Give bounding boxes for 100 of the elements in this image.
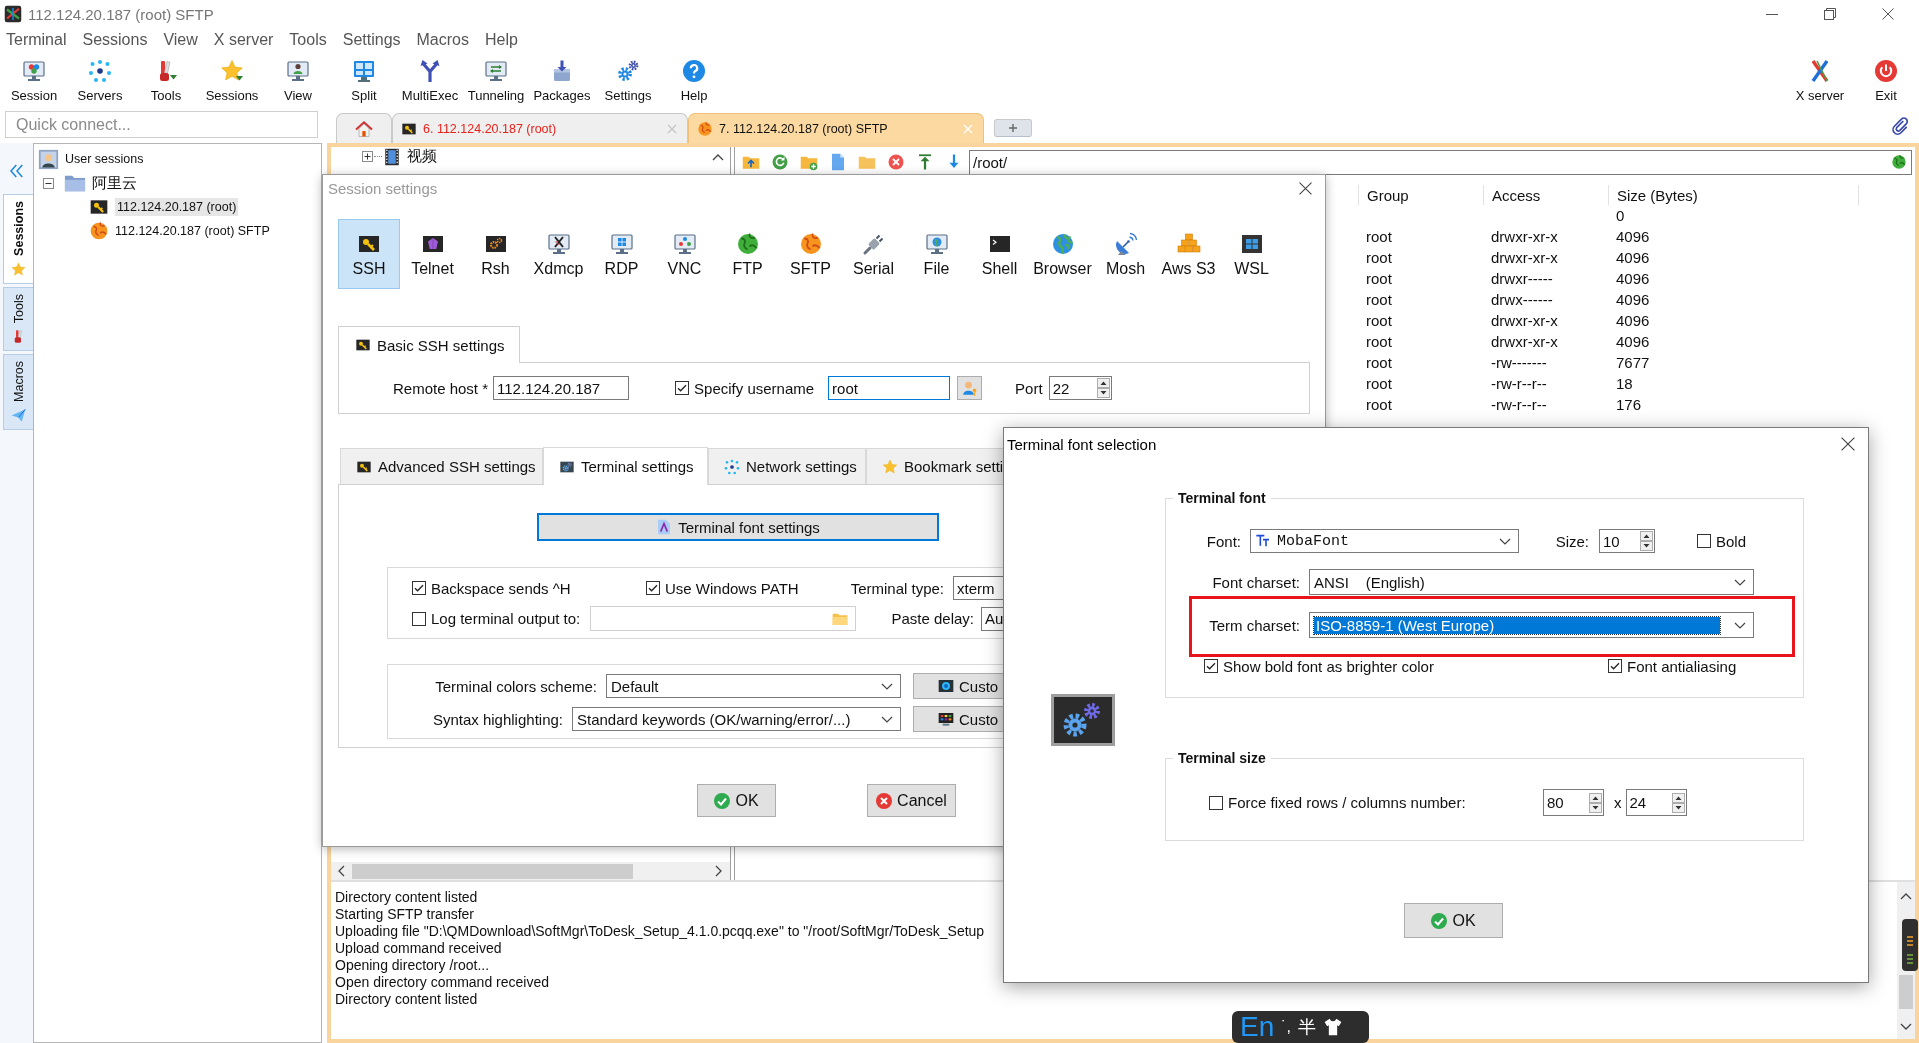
tree-item[interactable]: 112.124.20.187 (root) SFTP: [89, 219, 321, 243]
session-type-button[interactable]: SFTP: [779, 219, 842, 289]
upload-icon[interactable]: [916, 153, 934, 171]
session-type-button[interactable]: FTP: [716, 219, 779, 289]
session-type-button[interactable]: Telnet: [401, 219, 464, 289]
paste-delay-field[interactable]: Au: [981, 606, 1004, 631]
cancel-button[interactable]: Cancel: [867, 784, 956, 817]
toolbar-button[interactable]: Split: [331, 52, 397, 108]
spin-buttons[interactable]: [1671, 792, 1685, 813]
toolbar-button[interactable]: Help: [661, 52, 727, 108]
toolbar-button[interactable]: Sessions: [199, 52, 265, 108]
ok-button[interactable]: OK: [1404, 903, 1503, 938]
tab[interactable]: Bookmark setti: [866, 448, 1004, 484]
side-tab[interactable]: Sessions: [3, 194, 33, 284]
scrollbar-thumb[interactable]: [352, 863, 633, 879]
tree-item[interactable]: 视频: [362, 147, 437, 166]
scroll-up-icon[interactable]: [712, 152, 724, 161]
scroll-down-icon[interactable]: [1900, 1023, 1912, 1031]
session-type-button[interactable]: Rsh: [464, 219, 527, 289]
session-type-button[interactable]: Serial: [842, 219, 905, 289]
scroll-right-icon[interactable]: [715, 865, 723, 877]
log-path-field[interactable]: [590, 606, 856, 631]
columns-spinner[interactable]: 24: [1625, 789, 1687, 816]
spin-buttons[interactable]: [1640, 531, 1653, 551]
checkbox[interactable]: [1204, 659, 1218, 673]
close-icon[interactable]: [1299, 181, 1312, 195]
scrollbar-thumb[interactable]: [1899, 975, 1913, 1009]
menu-item[interactable]: Settings: [342, 30, 401, 50]
toolbar-button[interactable]: Settings: [595, 52, 661, 108]
width-mode-label[interactable]: 半: [1298, 1015, 1317, 1039]
port-spinner[interactable]: 22: [1048, 376, 1112, 400]
toolbar-button[interactable]: X server: [1787, 52, 1853, 108]
term-charset-dropdown[interactable]: ISO-8859-1 (West Europe): [1309, 612, 1754, 638]
checkbox[interactable]: [412, 581, 426, 595]
session-type-button[interactable]: VNC: [653, 219, 716, 289]
checkbox[interactable]: [646, 581, 660, 595]
shirt-icon[interactable]: [1323, 1017, 1344, 1037]
collapse-toggle-icon[interactable]: [43, 177, 54, 189]
file-icon[interactable]: [829, 153, 847, 171]
toolbar-button[interactable]: Tools: [133, 52, 199, 108]
checkbox[interactable]: [1697, 534, 1711, 548]
new-tab-button[interactable]: [994, 119, 1032, 137]
tab[interactable]: Terminal settings: [543, 447, 708, 485]
ok-button[interactable]: OK: [697, 784, 776, 817]
checkbox[interactable]: [1608, 659, 1622, 673]
delete-icon[interactable]: [887, 153, 905, 171]
menu-item[interactable]: Help: [485, 30, 518, 50]
side-tab[interactable]: Macros: [3, 354, 33, 431]
punctuation-mode-label[interactable]: ˙,: [1281, 1018, 1292, 1036]
menu-item[interactable]: Macros: [416, 30, 469, 50]
syntax-dropdown[interactable]: Standard keywords (OK/warning/error/...): [572, 707, 901, 731]
toolbar-button[interactable]: Exit: [1853, 52, 1919, 108]
session-tab[interactable]: 6. 112.124.20.187 (root): [392, 113, 688, 143]
session-type-button[interactable]: SSH: [338, 219, 400, 289]
font-settings-button[interactable]: Terminal font settings: [537, 513, 939, 541]
scroll-left-icon[interactable]: [337, 865, 345, 877]
menu-item[interactable]: Sessions: [82, 30, 148, 50]
column-header[interactable]: Group: [1358, 185, 1483, 205]
session-type-button[interactable]: WSL: [1220, 219, 1283, 289]
session-type-button[interactable]: Xdmcp: [527, 219, 590, 289]
font-charset-dropdown[interactable]: ANSI (English): [1309, 569, 1754, 595]
collapse-icon[interactable]: [7, 162, 26, 180]
session-type-button[interactable]: File: [905, 219, 968, 289]
refresh-icon[interactable]: [771, 153, 789, 171]
column-header[interactable]: Access: [1483, 185, 1608, 205]
quick-connect-field[interactable]: Quick connect...: [5, 111, 318, 138]
toolbar-button[interactable]: Packages: [529, 52, 595, 108]
customize-button[interactable]: Custo: [913, 673, 1004, 699]
checkbox[interactable]: [675, 381, 690, 395]
terminal-type-field[interactable]: xterm: [953, 576, 1004, 600]
session-type-button[interactable]: Aws S3: [1157, 219, 1220, 289]
username-field[interactable]: root: [828, 376, 951, 400]
home-tab[interactable]: [336, 113, 392, 143]
session-tab[interactable]: 7. 112.124.20.187 (root) SFTP: [688, 113, 984, 143]
spin-buttons[interactable]: [1096, 378, 1110, 398]
tree-item[interactable]: 112.124.20.187 (root): [89, 195, 321, 219]
restore-icon[interactable]: [1824, 8, 1836, 20]
menu-item[interactable]: View: [163, 30, 198, 50]
rows-spinner[interactable]: 80: [1543, 789, 1604, 816]
customize-button[interactable]: Custo: [913, 706, 1004, 732]
tab[interactable]: Network settings: [708, 448, 866, 484]
toolbar-button[interactable]: Tunneling: [463, 52, 529, 108]
checkbox[interactable]: [412, 611, 426, 626]
tab[interactable]: Basic SSH settings: [338, 326, 520, 363]
column-header[interactable]: Size (Bytes): [1608, 185, 1858, 205]
toolbar-button[interactable]: View: [265, 52, 331, 108]
menu-item[interactable]: Terminal: [6, 30, 67, 50]
user-button[interactable]: [957, 376, 983, 400]
session-type-button[interactable]: Browser: [1031, 219, 1094, 289]
expand-toggle-icon[interactable]: [362, 151, 373, 162]
session-type-button[interactable]: RDP: [590, 219, 653, 289]
tab[interactable]: Advanced SSH settings: [340, 448, 543, 484]
side-tab[interactable]: Tools: [3, 286, 33, 352]
menu-item[interactable]: Tools: [289, 30, 327, 50]
close-icon[interactable]: [1841, 437, 1855, 451]
paperclip-icon[interactable]: [1890, 115, 1910, 136]
toolbar-button[interactable]: Session: [1, 52, 67, 108]
toolbar-button[interactable]: Servers: [67, 52, 133, 108]
scroll-up-icon[interactable]: [1900, 892, 1912, 900]
menu-item[interactable]: X server: [213, 30, 274, 50]
